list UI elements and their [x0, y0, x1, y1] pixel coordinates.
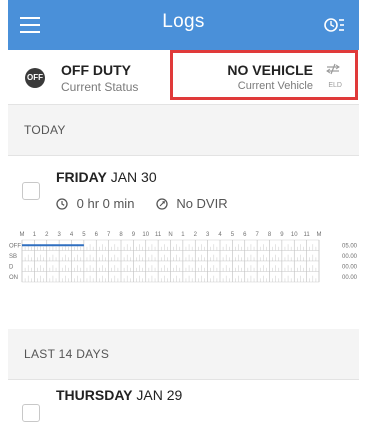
- eld-disconnected-icon: [325, 62, 341, 75]
- hour-tick-label: 4: [70, 232, 74, 238]
- graph-row-total: 00.00: [342, 275, 358, 281]
- hour-tick-label: 3: [206, 232, 210, 238]
- clock-icon: [56, 196, 77, 211]
- previous-log-day-title: THURSDAY JAN 29: [56, 387, 182, 403]
- hour-tick-label: 6: [243, 232, 247, 238]
- graph-row-label: SB: [9, 254, 17, 260]
- log-day-card[interactable]: FRIDAY JAN 30 0 hr 0 min No DVIR M 1 2 3 4 5 6…: [8, 156, 359, 334]
- hour-tick-label: 2: [194, 232, 198, 238]
- log-day-date: JAN 30: [110, 169, 157, 185]
- current-status[interactable]: OFF OFF DUTY Current Status: [8, 50, 170, 104]
- vehicle-label: NO VEHICLE: [227, 62, 313, 78]
- hour-tick-label: 5: [82, 232, 86, 238]
- hour-tick-label: 11: [155, 232, 162, 238]
- duty-status-caption: Current Status: [61, 80, 139, 94]
- hour-tick-label: 6: [95, 232, 99, 238]
- eld-log-graph: M 1 2 3 4 5 6 7 8 9 10 11 N 1 2 3 4 5 6 7 8 9 10 11 M OFF 05.00 SB 0…: [9, 232, 358, 283]
- dvir-status: No DVIR: [176, 196, 228, 211]
- log-select-checkbox[interactable]: [22, 182, 40, 200]
- graph-row-label: OFF: [9, 243, 21, 249]
- previous-log-day-name: THURSDAY: [56, 387, 133, 403]
- status-bar: OFF OFF DUTY Current Status NO VEHICLE C…: [8, 50, 359, 105]
- hour-tick-label: 3: [57, 232, 61, 238]
- graph-row-label: D: [9, 264, 14, 270]
- hour-tick-label: 7: [255, 232, 259, 238]
- section-last-14-days: LAST 14 DAYS: [8, 329, 359, 380]
- previous-log-day-date: JAN 29: [136, 387, 183, 403]
- graph-row-label: ON: [9, 275, 18, 281]
- hour-tick-label: 10: [142, 232, 149, 238]
- graph-row-total: 05.00: [342, 243, 358, 249]
- log-duration: 0 hr 0 min: [76, 196, 135, 211]
- log-settings-icon[interactable]: [323, 15, 345, 35]
- hour-tick-label: 5: [231, 232, 235, 238]
- duty-status-label: OFF DUTY: [61, 62, 131, 78]
- vehicle-caption: Current Vehicle: [237, 80, 313, 92]
- eld-label: ELD: [328, 82, 342, 89]
- hour-tick-label: 9: [132, 232, 136, 238]
- section-today: TODAY: [8, 105, 359, 156]
- dvir-icon: [156, 196, 177, 211]
- log-day-title: FRIDAY JAN 30: [56, 169, 157, 185]
- duty-status-badge: OFF: [25, 68, 45, 88]
- hour-tick-label: 4: [218, 232, 222, 238]
- hour-tick-label: 7: [107, 232, 111, 238]
- hour-tick-label: M: [20, 232, 25, 238]
- hour-tick-label: 8: [268, 232, 272, 238]
- hour-tick-label: M: [317, 232, 322, 238]
- log-day-card-previous[interactable]: THURSDAY JAN 29: [8, 380, 359, 422]
- log-day-name: FRIDAY: [56, 169, 107, 185]
- log-meta-row: 0 hr 0 min No DVIR: [56, 196, 228, 211]
- hour-tick-label: 8: [119, 232, 123, 238]
- previous-log-select-checkbox[interactable]: [22, 404, 40, 422]
- current-vehicle[interactable]: NO VEHICLE Current Vehicle ELD: [170, 50, 358, 100]
- app-header: Logs: [8, 0, 359, 50]
- graph-row-total: 00.00: [342, 264, 358, 270]
- section-today-label: TODAY: [24, 123, 66, 137]
- hour-tick-label: 11: [304, 232, 311, 238]
- hour-tick-label: 10: [291, 232, 298, 238]
- graph-row-total: 00.00: [342, 254, 358, 260]
- section-last-14-days-label: LAST 14 DAYS: [24, 347, 110, 361]
- hour-tick-label: 2: [45, 232, 49, 238]
- hour-tick-label: 1: [181, 232, 185, 238]
- hour-tick-label: 1: [33, 232, 37, 238]
- hour-tick-label: N: [168, 232, 172, 238]
- hour-tick-label: 9: [280, 232, 284, 238]
- page-title: Logs: [162, 11, 205, 32]
